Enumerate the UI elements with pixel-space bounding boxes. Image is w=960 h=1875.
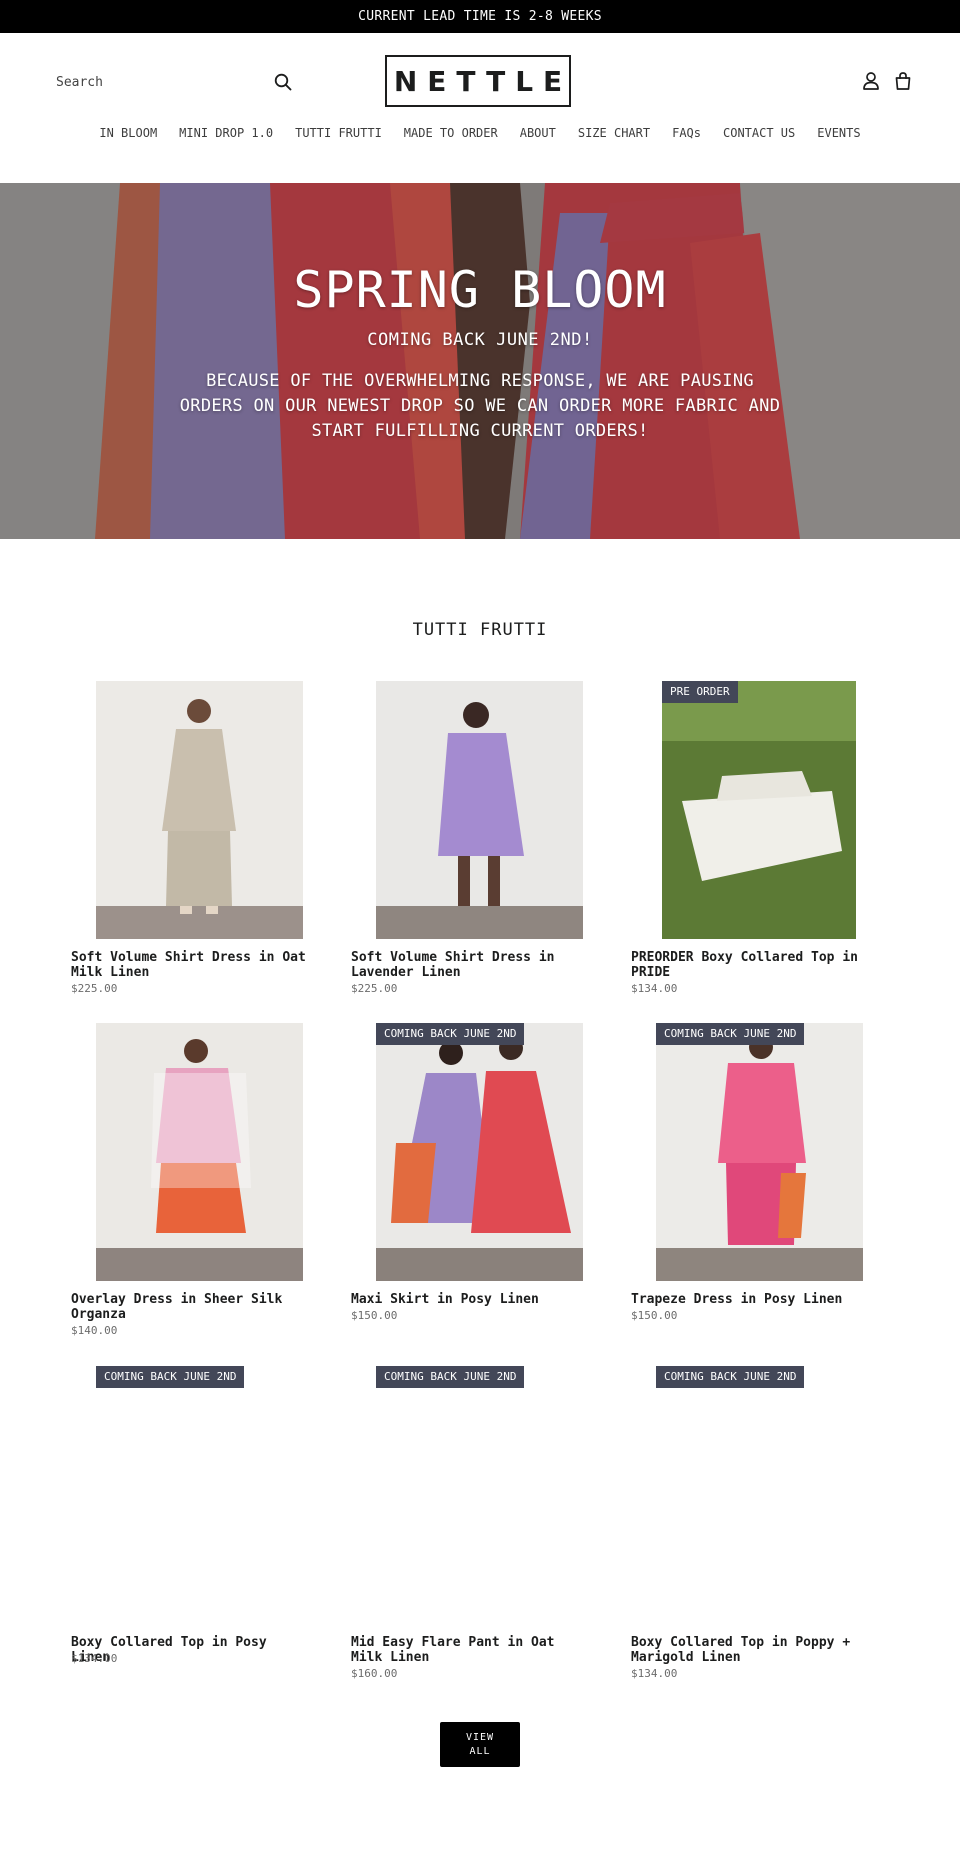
product-badge: COMING BACK JUNE 2ND: [376, 1366, 525, 1388]
site-logo[interactable]: NETTLE: [385, 55, 571, 107]
product-price: $134.00: [631, 1667, 678, 1680]
product-title[interactable]: PREORDER Boxy Collared Top in PRIDE: [631, 950, 871, 980]
nav-item-size-chart[interactable]: SIZE CHART: [578, 126, 650, 140]
nav-item-made-to-order[interactable]: MADE TO ORDER: [404, 126, 498, 140]
main-nav: IN BLOOM MINI DROP 1.0 TUTTI FRUTTI MADE…: [0, 126, 960, 140]
hero-banner: SPRING BLOOM COMING BACK JUNE 2ND! BECAU…: [0, 183, 960, 539]
product-title[interactable]: Maxi Skirt in Posy Linen: [351, 1292, 591, 1307]
hero-subtitle: COMING BACK JUNE 2ND!: [367, 330, 593, 350]
collection-title: TUTTI FRUTTI: [412, 620, 548, 640]
search-input[interactable]: [56, 74, 236, 90]
product-badge: COMING BACK JUNE 2ND: [656, 1366, 805, 1388]
product-badge: PRE ORDER: [662, 681, 738, 703]
nav-item-mini-drop[interactable]: MINI DROP 1.0: [179, 126, 273, 140]
product-image[interactable]: [96, 1023, 303, 1281]
account-icon[interactable]: [858, 68, 884, 94]
product-price: $134.00: [631, 982, 678, 995]
product-title[interactable]: Soft Volume Shirt Dress in Lavender Line…: [351, 950, 591, 980]
announcement-bar: CURRENT LEAD TIME IS 2-8 WEEKS: [0, 0, 960, 33]
product-image[interactable]: [656, 1023, 863, 1281]
product-title[interactable]: Mid Easy Flare Pant in Oat Milk Linen: [351, 1635, 591, 1665]
announcement-text: CURRENT LEAD TIME IS 2-8 WEEKS: [358, 9, 602, 24]
nav-item-about[interactable]: ABOUT: [520, 126, 556, 140]
view-all-button[interactable]: VIEW ALL: [440, 1722, 520, 1767]
product-price: $225.00: [71, 982, 118, 995]
product-price: $150.00: [351, 1309, 398, 1322]
product-title[interactable]: Trapeze Dress in Posy Linen: [631, 1292, 871, 1307]
product-image[interactable]: [96, 1366, 303, 1624]
nav-item-tutti-frutti[interactable]: TUTTI FRUTTI: [295, 126, 382, 140]
header-icons: [858, 68, 916, 94]
product-image[interactable]: [376, 681, 583, 939]
cart-icon[interactable]: [890, 68, 916, 94]
product-price: $134.00: [71, 1652, 118, 1665]
product-price: $140.00: [71, 1324, 118, 1337]
nav-item-faqs[interactable]: FAQs: [672, 126, 701, 140]
product-title[interactable]: Overlay Dress in Sheer Silk Organza: [71, 1292, 311, 1322]
hero-overlay: [0, 183, 960, 539]
product-badge: COMING BACK JUNE 2ND: [96, 1366, 245, 1388]
hero-title: SPRING BLOOM: [293, 261, 667, 319]
product-image[interactable]: [656, 1366, 863, 1624]
nav-item-contact-us[interactable]: CONTACT US: [723, 126, 795, 140]
product-price: $160.00: [351, 1667, 398, 1680]
product-price: $150.00: [631, 1309, 678, 1322]
product-image[interactable]: [96, 681, 303, 939]
product-badge: COMING BACK JUNE 2ND: [376, 1023, 525, 1045]
product-title[interactable]: Boxy Collared Top in Poppy + Marigold Li…: [631, 1635, 871, 1665]
product-image[interactable]: [662, 681, 856, 939]
product-image[interactable]: [376, 1366, 583, 1624]
search-icon[interactable]: [270, 69, 296, 95]
product-price: $225.00: [351, 982, 398, 995]
product-image[interactable]: [376, 1023, 583, 1281]
product-title[interactable]: Soft Volume Shirt Dress in Oat Milk Line…: [71, 950, 311, 980]
search-form: [56, 66, 296, 98]
product-badge: COMING BACK JUNE 2ND: [656, 1023, 805, 1045]
nav-item-in-bloom[interactable]: IN BLOOM: [99, 126, 157, 140]
hero-body: BECAUSE OF THE OVERWHELMING RESPONSE, WE…: [179, 371, 781, 441]
nav-item-events[interactable]: EVENTS: [817, 126, 860, 140]
